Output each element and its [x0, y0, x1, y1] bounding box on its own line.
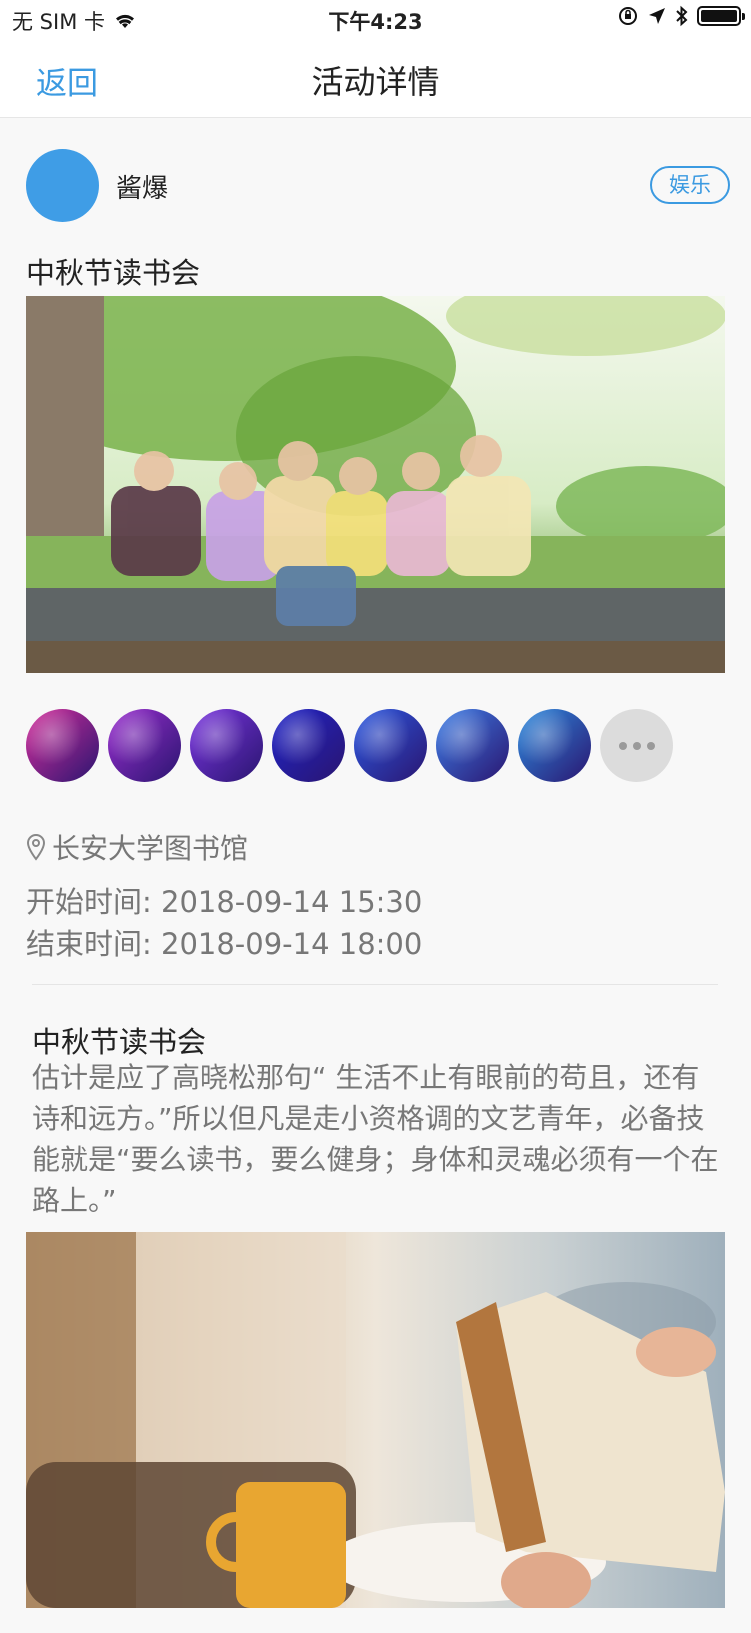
more-participants-button[interactable]	[600, 709, 673, 782]
start-time-row: 开始时间: 2018-09-14 15:30	[26, 879, 422, 921]
group-photo-illustration	[26, 296, 725, 673]
section-divider	[32, 984, 718, 985]
status-bar: 无 SIM 卡 下午4:23	[0, 0, 751, 40]
participant-avatar-6[interactable]	[436, 709, 509, 782]
participant-avatar-2[interactable]	[108, 709, 181, 782]
more-dots-icon	[646, 741, 655, 750]
bluetooth-icon	[676, 5, 688, 27]
participants-row	[26, 709, 673, 782]
event-photo[interactable]	[26, 296, 725, 673]
reading-photo[interactable]	[26, 1232, 725, 1608]
book-and-coffee-illustration	[26, 1232, 725, 1608]
battery-icon	[697, 6, 745, 26]
orientation-lock-icon	[619, 7, 637, 25]
category-badge[interactable]: 娱乐	[650, 166, 730, 204]
start-time-value: 2018-09-14 15:30	[161, 885, 423, 919]
participant-avatar-5[interactable]	[354, 709, 427, 782]
publisher-name[interactable]: 酱爆	[116, 168, 168, 205]
description-title: 中秋节读书会	[32, 1025, 207, 1059]
location-row[interactable]: 长安大学图书馆	[26, 827, 248, 867]
description-body: 估计是应了高晓松那句“ 生活不止有眼前的苟且，还有诗和远方。”所以但凡是走小资格…	[32, 1061, 719, 1217]
status-icons	[617, 5, 745, 27]
event-title: 中秋节读书会	[26, 256, 201, 290]
participant-avatar-3[interactable]	[190, 709, 263, 782]
location-text: 长安大学图书馆	[52, 832, 249, 865]
navigation-bar: 返回 活动详情	[0, 40, 751, 118]
avatar[interactable]	[26, 149, 99, 222]
end-time-value: 2018-09-14 18:00	[161, 927, 423, 961]
more-dots-icon	[632, 741, 641, 750]
participant-avatar-7[interactable]	[518, 709, 591, 782]
page-title: 活动详情	[311, 63, 440, 101]
location-pin-icon	[26, 833, 46, 861]
location-arrow-icon	[649, 8, 665, 24]
participant-avatar-4[interactable]	[272, 709, 345, 782]
start-time-label: 开始时间:	[26, 885, 152, 919]
more-dots-icon	[618, 741, 627, 750]
end-time-row: 结束时间: 2018-09-14 18:00	[26, 921, 422, 963]
end-time-label: 结束时间:	[26, 927, 152, 961]
participant-avatar-1[interactable]	[26, 709, 99, 782]
publisher-row: 酱爆 娱乐	[26, 149, 730, 223]
